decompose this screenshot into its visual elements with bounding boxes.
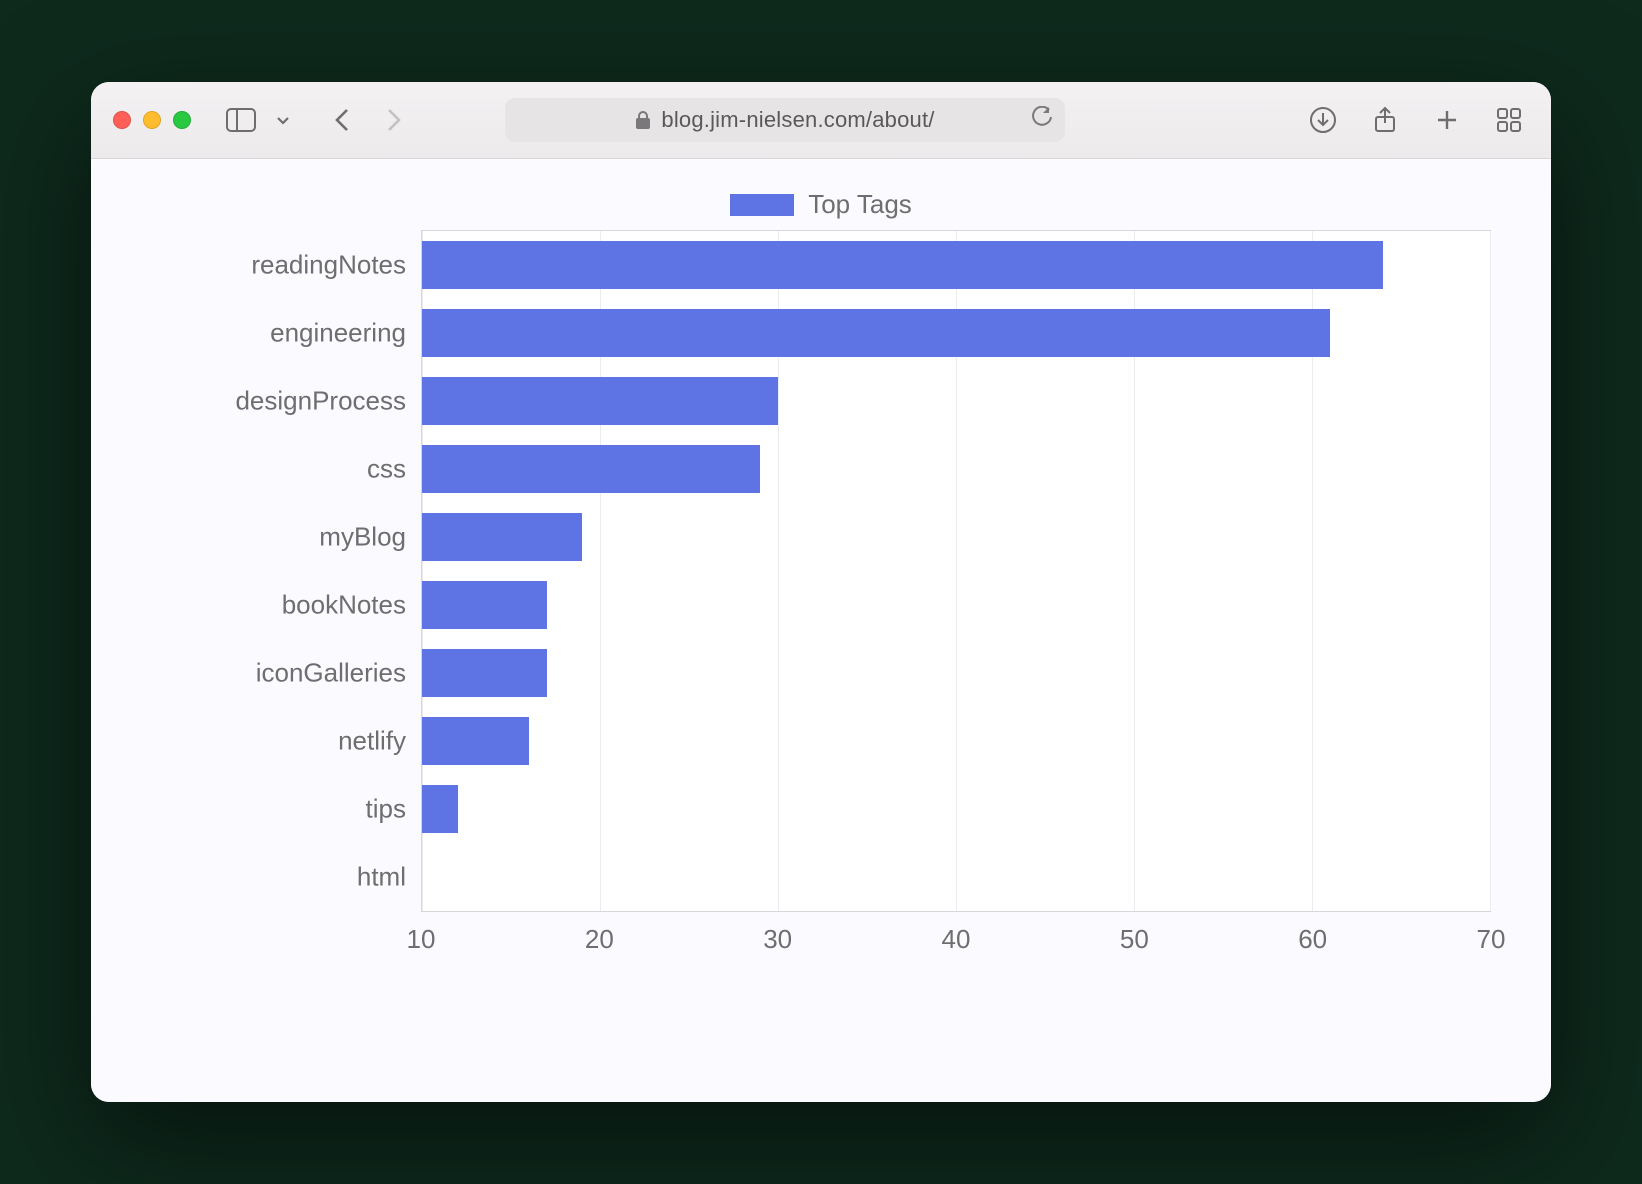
bar-row: tips (422, 775, 1490, 843)
lock-icon (635, 110, 651, 130)
bar (422, 649, 547, 697)
y-tick-label: css (186, 454, 406, 485)
y-tick-label: tips (186, 794, 406, 825)
y-tick-label: iconGalleries (186, 658, 406, 689)
x-tick-label: 50 (1120, 924, 1149, 955)
y-tick-label: netlify (186, 726, 406, 757)
y-tick-label: html (186, 862, 406, 893)
bar (422, 513, 582, 561)
legend-label: Top Tags (808, 189, 912, 220)
download-icon (1310, 107, 1336, 133)
bar-row: myBlog (422, 503, 1490, 571)
minimize-window-button[interactable] (143, 111, 161, 129)
chevron-left-icon (332, 106, 354, 134)
plus-icon (1435, 108, 1459, 132)
sidebar-toggle-button[interactable] (221, 98, 261, 142)
chevron-right-icon (382, 106, 404, 134)
address-url: blog.jim-nielsen.com/about/ (661, 107, 934, 133)
sidebar-dropdown-button[interactable] (263, 98, 303, 142)
y-tick-label: engineering (186, 318, 406, 349)
close-window-button[interactable] (113, 111, 131, 129)
bar (422, 309, 1330, 357)
x-tick-label: 40 (942, 924, 971, 955)
bar-row: bookNotes (422, 571, 1490, 639)
downloads-button[interactable] (1303, 98, 1343, 142)
new-tab-button[interactable] (1427, 98, 1467, 142)
bar-row: css (422, 435, 1490, 503)
bar-row: netlify (422, 707, 1490, 775)
bar-row: engineering (422, 299, 1490, 367)
bar-row: html (422, 843, 1490, 911)
x-axis: 10203040506070 (421, 912, 1491, 962)
y-tick-label: readingNotes (186, 250, 406, 281)
y-tick-label: bookNotes (186, 590, 406, 621)
bar (422, 581, 547, 629)
bar-row: designProcess (422, 367, 1490, 435)
bar-row: readingNotes (422, 231, 1490, 299)
back-button[interactable] (323, 98, 363, 142)
share-icon (1373, 106, 1397, 134)
bar (422, 717, 529, 765)
top-tags-chart: readingNotesengineeringdesignProcesscssm… (191, 230, 1491, 962)
share-button[interactable] (1365, 98, 1405, 142)
legend-swatch (730, 194, 794, 216)
browser-window: blog.jim-nielsen.com/about/ (91, 82, 1551, 1102)
bar (422, 377, 778, 425)
address-bar[interactable]: blog.jim-nielsen.com/about/ (505, 98, 1065, 142)
chart-legend: Top Tags (131, 189, 1511, 220)
plot-area: readingNotesengineeringdesignProcesscssm… (421, 230, 1491, 912)
forward-button[interactable] (373, 98, 413, 142)
gridline (1490, 231, 1491, 911)
bar (422, 241, 1383, 289)
tab-overview-button[interactable] (1489, 98, 1529, 142)
y-tick-label: myBlog (186, 522, 406, 553)
y-tick-label: designProcess (186, 386, 406, 417)
reload-icon (1031, 106, 1053, 128)
x-tick-label: 60 (1298, 924, 1327, 955)
page-content: Top Tags readingNotesengineeringdesignPr… (91, 159, 1551, 1102)
x-tick-label: 30 (763, 924, 792, 955)
bar-row: iconGalleries (422, 639, 1490, 707)
grid-icon (1496, 107, 1522, 133)
x-tick-label: 20 (585, 924, 614, 955)
bar (422, 785, 458, 833)
chevron-down-icon (275, 112, 291, 128)
fullscreen-window-button[interactable] (173, 111, 191, 129)
bar (422, 445, 760, 493)
x-tick-label: 70 (1477, 924, 1506, 955)
x-tick-label: 10 (407, 924, 436, 955)
toolbar: blog.jim-nielsen.com/about/ (91, 82, 1551, 159)
reload-button[interactable] (1031, 106, 1053, 134)
window-controls (113, 111, 191, 129)
